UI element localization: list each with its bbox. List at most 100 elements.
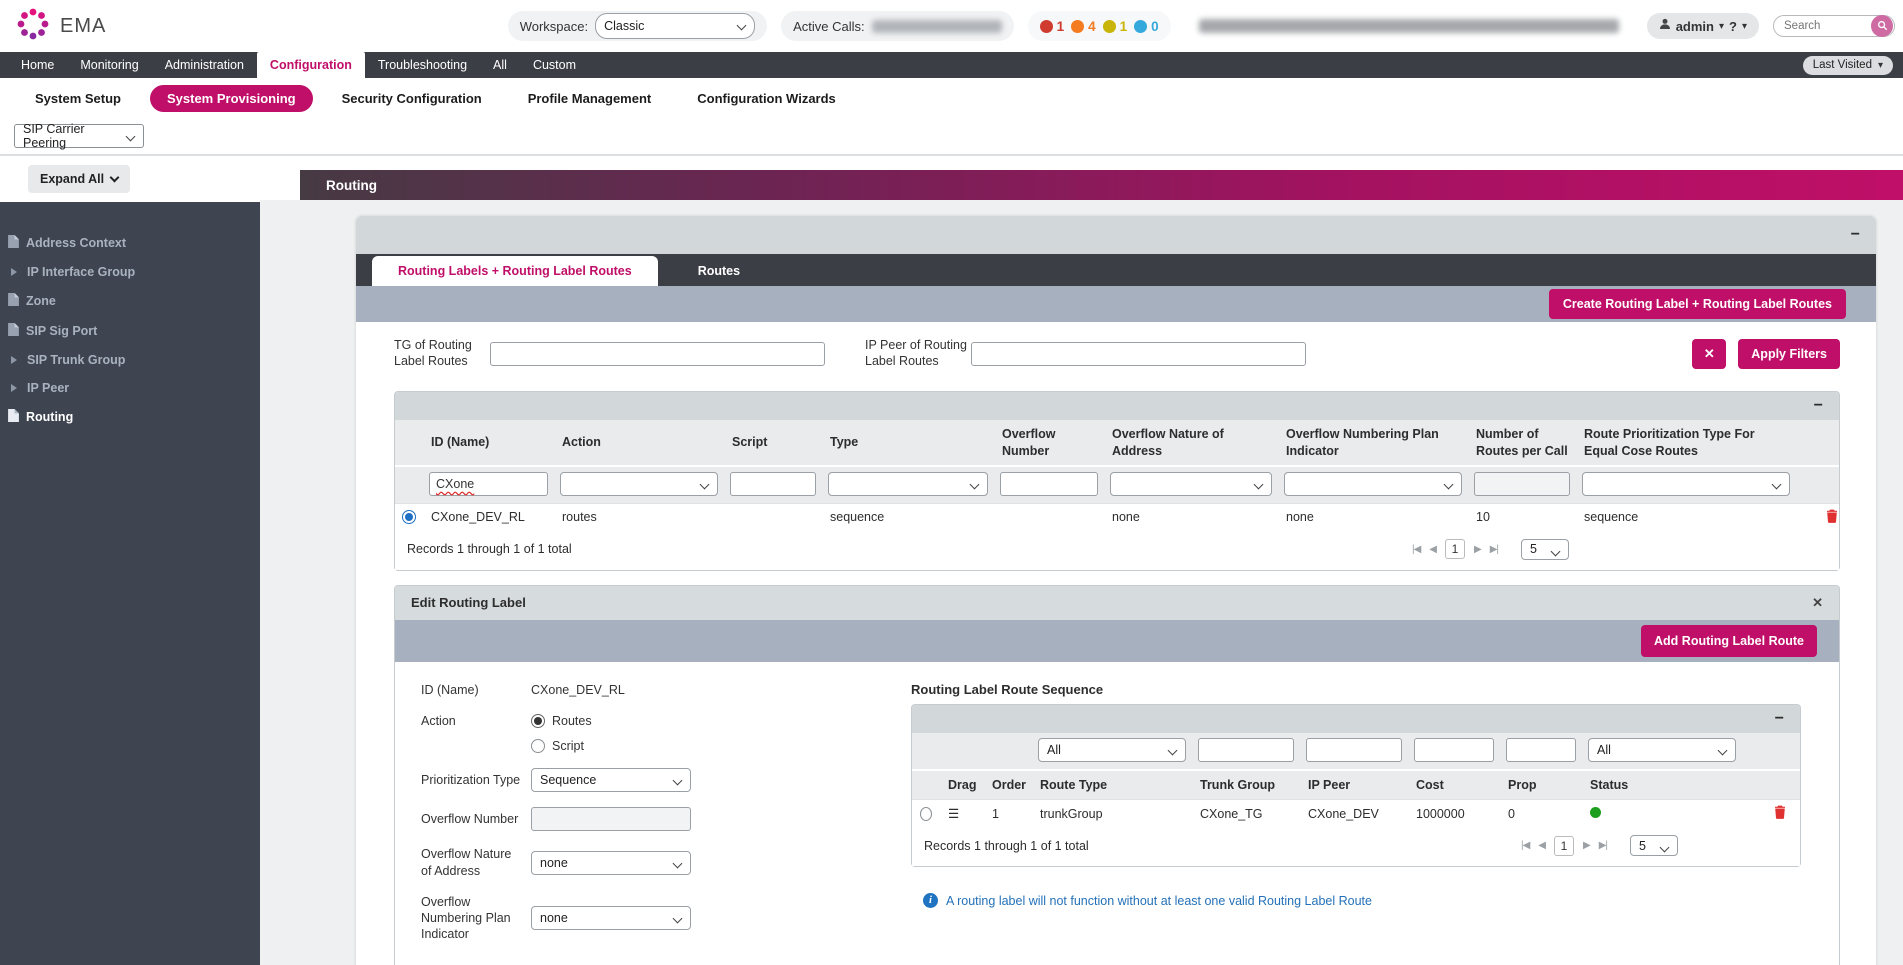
type-filter-select[interactable]	[828, 472, 988, 496]
overflow-npi-select[interactable]: none	[531, 906, 691, 930]
ip-peer-seq-filter-input[interactable]	[1306, 738, 1402, 762]
subnav-system-provisioning[interactable]: System Provisioning	[150, 85, 313, 112]
ema-logo[interactable]: EMA	[14, 5, 106, 48]
sequence-row[interactable]: ☰ 1 trunkGroup CXone_TG CXone_DEV 100000…	[912, 799, 1800, 827]
sidebar-item-zone[interactable]: Zone	[0, 286, 260, 316]
expand-arrow-icon[interactable]	[11, 384, 17, 392]
sidebar-item-ip-interface-group[interactable]: IP Interface Group	[0, 258, 260, 286]
overflow-noa-label: Overflow Nature of Address	[421, 846, 531, 879]
subnav-system-setup[interactable]: System Setup	[18, 85, 138, 112]
note-text[interactable]: A routing label will not function withou…	[946, 894, 1372, 908]
current-page[interactable]: 1	[1445, 539, 1465, 559]
nav-item-troubleshooting[interactable]: Troubleshooting	[365, 52, 480, 78]
action-filter-select[interactable]	[560, 472, 718, 496]
pagination: |◀ ◀ 1 ▶ ▶| 5	[1521, 835, 1678, 856]
sequence-filter-row: All All	[912, 733, 1800, 769]
drag-handle-icon[interactable]: ☰	[940, 801, 984, 826]
nav-item-monitoring[interactable]: Monitoring	[67, 52, 151, 78]
routes-per-call-filter-input[interactable]	[1474, 472, 1570, 496]
table-footer: Records 1 through 1 of 1 total |◀ ◀ 1 ▶ …	[395, 531, 1839, 570]
trunk-group-filter-input[interactable]	[1198, 738, 1294, 762]
next-page-icon[interactable]: ▶	[1474, 544, 1481, 555]
search-button[interactable]	[1871, 15, 1893, 37]
minimize-icon[interactable]: −	[1814, 398, 1823, 414]
delete-row-button[interactable]	[1812, 504, 1852, 531]
workspace-select[interactable]: Classic	[595, 13, 755, 39]
script-filter-input[interactable]	[730, 472, 816, 496]
current-page[interactable]: 1	[1554, 836, 1574, 856]
add-routing-label-route-button[interactable]: Add Routing Label Route	[1641, 625, 1817, 657]
logo-text: EMA	[60, 15, 106, 38]
overflow-number-filter-input[interactable]	[1000, 472, 1098, 496]
prioritization-type-label: Prioritization Type	[421, 772, 531, 788]
overflow-npi-filter-select[interactable]	[1284, 472, 1462, 496]
minor-alarm-count: 1	[1120, 19, 1128, 34]
cost-filter-input[interactable]	[1414, 738, 1494, 762]
overflow-noa-select[interactable]: none	[531, 851, 691, 875]
delete-row-button[interactable]	[1760, 800, 1800, 827]
table-filter-row: CXone	[395, 465, 1839, 503]
sidebar-item-address-context[interactable]: Address Context	[0, 228, 260, 258]
expand-all-button[interactable]: Expand All	[28, 165, 130, 193]
tg-filter-input[interactable]	[490, 342, 825, 366]
ip-peer-filter-input[interactable]	[971, 342, 1306, 366]
clear-filters-button[interactable]: ✕	[1692, 339, 1726, 369]
status-filter-select[interactable]: All	[1588, 738, 1736, 762]
route-prioritization-filter-select[interactable]	[1582, 472, 1790, 496]
prev-page-icon[interactable]: ◀	[1429, 544, 1436, 555]
row-select-radio[interactable]	[402, 510, 416, 524]
routes-radio[interactable]	[531, 714, 545, 728]
sidebar-item-sip-sig-port[interactable]: SIP Sig Port	[0, 316, 260, 346]
create-routing-label-button[interactable]: Create Routing Label + Routing Label Rou…	[1549, 289, 1846, 319]
active-calls-label: Active Calls:	[793, 19, 865, 34]
expand-arrow-icon[interactable]	[11, 268, 17, 276]
top-bar: EMA Workspace: Classic Active Calls: 1 4…	[0, 0, 1903, 52]
first-page-icon[interactable]: |◀	[1521, 840, 1529, 851]
close-icon[interactable]: ✕	[1812, 595, 1823, 611]
nav-item-custom[interactable]: Custom	[520, 52, 589, 78]
user-menu[interactable]: admin ▾ ? ▾	[1647, 13, 1759, 39]
last-page-icon[interactable]: ▶|	[1599, 840, 1607, 851]
id-name-filter-input[interactable]: CXone	[429, 472, 548, 496]
expand-arrow-icon[interactable]	[11, 356, 17, 364]
action-script-option[interactable]: Script	[531, 739, 871, 753]
minimize-icon[interactable]: −	[1851, 227, 1860, 243]
prioritization-type-select[interactable]: Sequence	[531, 768, 691, 792]
prop-filter-input[interactable]	[1506, 738, 1576, 762]
col-script: Script	[724, 428, 822, 456]
tab-bar: Routing Labels + Routing Label Routes Ro…	[356, 254, 1876, 286]
redacted-system-info	[1185, 10, 1633, 42]
row-select-radio[interactable]	[920, 807, 932, 821]
prev-page-icon[interactable]: ◀	[1538, 840, 1545, 851]
subnav-profile-management[interactable]: Profile Management	[511, 85, 669, 112]
page-size-select[interactable]: 5	[1630, 835, 1678, 856]
last-page-icon[interactable]: ▶|	[1490, 544, 1498, 555]
info-alarm-icon	[1134, 20, 1147, 33]
subnav-configuration-wizards[interactable]: Configuration Wizards	[680, 85, 853, 112]
table-row[interactable]: CXone_DEV_RL routes sequence none none 1…	[395, 503, 1839, 531]
route-type-filter-select[interactable]: All	[1038, 738, 1186, 762]
action-routes-option[interactable]: Routes	[531, 714, 871, 728]
sidebar-item-sip-trunk-group[interactable]: SIP Trunk Group	[0, 346, 260, 374]
sidebar-item-ip-peer[interactable]: IP Peer	[0, 374, 260, 402]
last-visited-dropdown[interactable]: Last Visited ▾	[1803, 56, 1893, 75]
nav-item-all[interactable]: All	[480, 52, 520, 78]
subnav-security-configuration[interactable]: Security Configuration	[325, 85, 499, 112]
help-button[interactable]: ?	[1729, 19, 1737, 34]
minimize-icon[interactable]: −	[1775, 711, 1784, 727]
overflow-noa-filter-select[interactable]	[1110, 472, 1272, 496]
sidebar-item-routing[interactable]: Routing	[0, 402, 260, 432]
nav-item-configuration[interactable]: Configuration	[257, 52, 365, 78]
next-page-icon[interactable]: ▶	[1583, 840, 1590, 851]
overflow-number-input[interactable]	[531, 807, 691, 831]
script-radio[interactable]	[531, 739, 545, 753]
nav-item-administration[interactable]: Administration	[152, 52, 257, 78]
tab-routing-labels[interactable]: Routing Labels + Routing Label Routes	[372, 256, 658, 286]
alarm-status-counts[interactable]: 1 4 1 0	[1028, 11, 1171, 41]
apply-filters-button[interactable]: Apply Filters	[1738, 339, 1840, 369]
tab-routes[interactable]: Routes	[658, 256, 780, 286]
page-size-select[interactable]: 5	[1521, 539, 1569, 560]
first-page-icon[interactable]: |◀	[1412, 544, 1420, 555]
context-select[interactable]: SIP Carrier Peering	[14, 124, 144, 148]
nav-item-home[interactable]: Home	[8, 52, 67, 78]
